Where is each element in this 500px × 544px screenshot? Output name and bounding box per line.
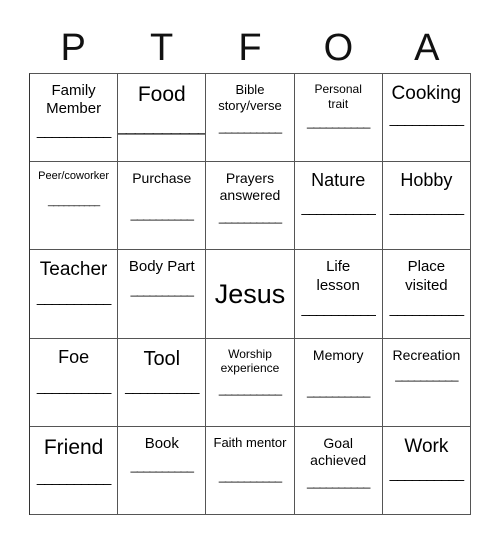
bingo-cell[interactable]: Bible story/verse __________ <box>206 74 295 163</box>
bingo-cell[interactable]: Place visited __________ <box>382 250 471 339</box>
bingo-cell[interactable]: Foe __________ <box>30 338 119 427</box>
cell-label: Food <box>137 83 186 106</box>
cell-label: Foe <box>58 346 90 367</box>
cell-label: Prayers answered <box>219 170 281 204</box>
blank-line: __________ <box>36 377 111 395</box>
bingo-cell[interactable]: Tool __________ <box>118 338 207 427</box>
bingo-cell[interactable]: Peer/coworker __________ <box>30 162 119 251</box>
bingo-cell[interactable]: Family Member __________ <box>30 74 119 163</box>
cell-label: Personal trait <box>314 82 362 111</box>
free-space-cell[interactable]: Jesus <box>206 250 295 339</box>
cell-label: Memory <box>312 346 364 363</box>
blank-line: __________ <box>48 194 100 207</box>
bingo-cell[interactable]: Life lesson __________ <box>294 250 383 339</box>
cell-label: Nature <box>311 170 366 191</box>
cell-label: Peer/coworker <box>38 170 110 183</box>
free-space-label: Jesus <box>214 278 286 309</box>
bingo-grid: Family Member __________ Food __________ B… <box>29 73 471 515</box>
cell-label: Worship experience <box>220 346 280 376</box>
bingo-cell[interactable]: Memory __________ <box>294 338 383 427</box>
header-letter: A <box>414 27 440 69</box>
blank-line: __________ <box>301 299 375 317</box>
header-letter: P <box>60 27 86 69</box>
blank-line: __________ <box>118 114 207 135</box>
blank-line: __________ <box>130 281 194 297</box>
bingo-cell[interactable]: Purchase __________ <box>118 162 207 251</box>
blank-line: __________ <box>307 114 370 130</box>
header-letter: O <box>323 27 354 69</box>
bingo-cell[interactable]: Faith mentor __________ <box>206 426 295 515</box>
blank-line: __________ <box>389 464 464 482</box>
blank-line: __________ <box>218 467 282 483</box>
blank-line: __________ <box>301 199 375 217</box>
cell-label: Book <box>144 434 179 452</box>
bingo-cell[interactable]: Goal achieved __________ <box>294 426 383 515</box>
cell-label: Life lesson <box>316 258 360 294</box>
bingo-cell[interactable]: Food __________ <box>118 74 207 163</box>
cell-label: Family Member <box>46 82 102 118</box>
cell-label: Teacher <box>39 259 108 281</box>
cell-label: Friend <box>43 435 104 459</box>
blank-line: __________ <box>395 366 458 382</box>
cell-label: Cooking <box>391 83 462 104</box>
cell-label: Purchase <box>132 170 192 187</box>
cell-label: Tool <box>143 347 181 370</box>
header-letter: F <box>238 27 262 69</box>
blank-line: __________ <box>389 199 464 217</box>
bingo-cell[interactable]: Teacher __________ <box>30 250 119 339</box>
cell-label: Work <box>404 435 449 457</box>
blank-line: __________ <box>307 473 370 489</box>
blank-line: __________ <box>36 469 111 487</box>
bingo-cell[interactable]: Prayers answered __________ <box>206 162 295 251</box>
bingo-cell[interactable]: Hobby __________ <box>382 162 471 251</box>
blank-line: __________ <box>125 377 199 395</box>
bingo-cell[interactable]: Worship experience __________ <box>206 338 295 427</box>
blank-line: __________ <box>36 121 111 139</box>
bingo-cell[interactable]: Body Part __________ <box>118 250 207 339</box>
blank-line: __________ <box>389 110 464 128</box>
cell-label: Body Part <box>128 258 195 276</box>
bingo-cell[interactable]: Friend __________ <box>30 426 119 515</box>
cell-label: Bible story/verse <box>218 82 282 113</box>
blank-line: __________ <box>218 380 282 396</box>
cell-label: Place visited <box>405 258 448 294</box>
blank-line: __________ <box>130 206 194 222</box>
bingo-cell[interactable]: Personal trait __________ <box>294 74 383 163</box>
bingo-cell[interactable]: Work __________ <box>382 426 471 515</box>
blank-line: __________ <box>130 458 194 474</box>
cell-label: Faith mentor <box>213 434 287 450</box>
blank-line: __________ <box>218 209 282 225</box>
bingo-cell[interactable]: Cooking __________ <box>382 74 471 163</box>
blank-line: __________ <box>36 288 111 306</box>
blank-line: __________ <box>218 118 282 134</box>
header-letter: T <box>150 27 174 69</box>
cell-label: Hobby <box>400 170 453 191</box>
blank-line: __________ <box>307 382 370 398</box>
cell-label: Goal achieved <box>310 434 367 468</box>
bingo-cell[interactable]: Book __________ <box>118 426 207 515</box>
bingo-cell[interactable]: Recreation __________ <box>382 338 471 427</box>
bingo-cell[interactable]: Nature __________ <box>294 162 383 251</box>
cell-label: Recreation <box>392 346 461 363</box>
blank-line: __________ <box>389 299 464 317</box>
bingo-header: P T F O A <box>29 24 471 72</box>
